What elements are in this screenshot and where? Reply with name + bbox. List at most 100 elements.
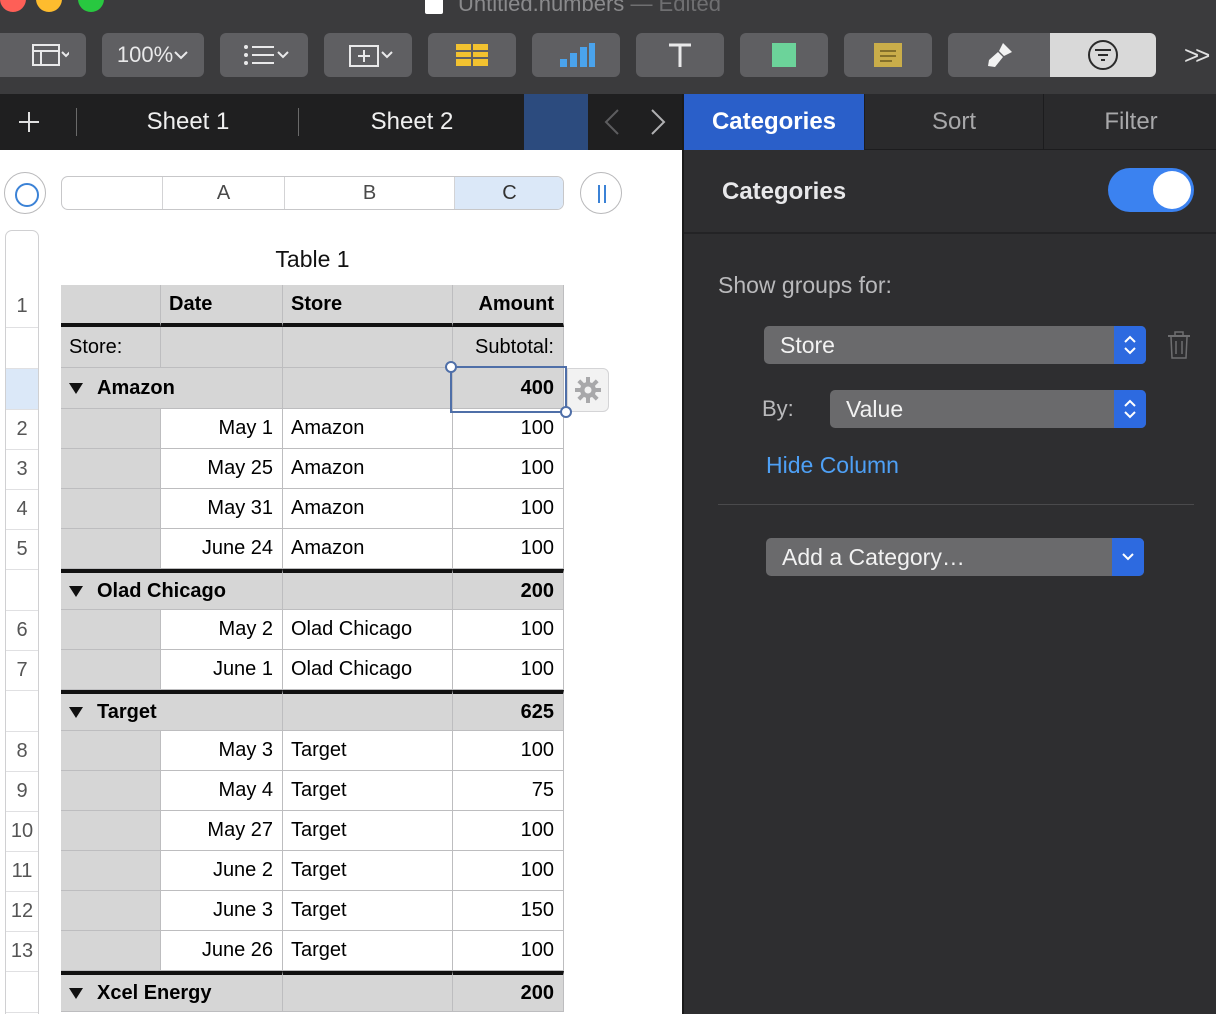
date-cell[interactable]: June 24 [161, 529, 283, 569]
subtotal-label-cell[interactable]: Subtotal: [453, 327, 564, 368]
table-cell[interactable] [61, 811, 161, 851]
column-header-c[interactable]: C [454, 177, 563, 209]
add-sheet-button[interactable] [0, 94, 58, 150]
row-header[interactable] [6, 570, 38, 611]
table-cell[interactable] [283, 971, 453, 1012]
store-cell[interactable]: Amazon [283, 529, 453, 569]
header-cell-date[interactable]: Date [161, 285, 283, 327]
amount-cell[interactable]: 100 [453, 449, 564, 489]
group-by-popup[interactable]: Value [830, 390, 1146, 428]
date-cell[interactable]: May 4 [161, 771, 283, 811]
delete-category-button[interactable] [1166, 330, 1192, 365]
row-header[interactable] [6, 691, 38, 732]
table-title[interactable]: Table 1 [61, 246, 564, 273]
group-header-cell[interactable]: Xcel Energy [61, 971, 283, 1012]
summary-label-cell[interactable]: Store: [61, 327, 161, 368]
categories-toggle[interactable] [1108, 168, 1194, 212]
store-cell[interactable]: Target [283, 851, 453, 891]
select-table-button[interactable] [4, 172, 46, 214]
row-header[interactable]: 6 [6, 611, 38, 651]
close-window-button[interactable] [0, 0, 26, 12]
tab-sheet-2[interactable]: Sheet 2 [300, 94, 524, 150]
date-cell[interactable]: May 1 [161, 409, 283, 449]
comment-button[interactable] [844, 33, 932, 77]
amount-cell[interactable]: 100 [453, 811, 564, 851]
store-cell[interactable]: Target [283, 811, 453, 851]
minimize-window-button[interactable] [36, 0, 62, 12]
amount-cell[interactable]: 100 [453, 529, 564, 569]
row-header[interactable]: 3 [6, 450, 38, 490]
table-cell[interactable] [283, 690, 453, 731]
amount-cell[interactable]: 150 [453, 891, 564, 931]
row-header[interactable]: 5 [6, 530, 38, 570]
date-cell[interactable]: June 3 [161, 891, 283, 931]
row-header[interactable]: 4 [6, 490, 38, 530]
amount-cell[interactable]: 100 [453, 851, 564, 891]
group-subtotal-cell[interactable]: 625 [453, 690, 564, 731]
add-category-popup[interactable]: Add a Category… [766, 538, 1144, 576]
table-cell[interactable] [61, 731, 161, 771]
column-header-blank[interactable] [62, 177, 162, 209]
group-subtotal-cell[interactable]: 200 [453, 971, 564, 1012]
date-cell[interactable]: May 3 [161, 731, 283, 771]
table-cell[interactable] [61, 409, 161, 449]
header-cell[interactable] [61, 285, 161, 327]
insert-list-button[interactable] [220, 33, 308, 77]
store-cell[interactable]: Olad Chicago [283, 650, 453, 690]
insert-button[interactable] [324, 33, 412, 77]
zoom-popup[interactable]: 100% [102, 33, 204, 77]
date-cell[interactable]: May 2 [161, 610, 283, 650]
row-header[interactable] [6, 972, 38, 1013]
toolbar-overflow-icon[interactable]: >> [1184, 40, 1210, 71]
table-cell[interactable] [161, 327, 283, 368]
chart-button[interactable] [532, 33, 620, 77]
group-column-popup[interactable]: Store [764, 326, 1146, 364]
amount-cell[interactable]: 100 [453, 489, 564, 529]
table-cell[interactable] [283, 327, 453, 368]
header-cell-amount[interactable]: Amount [453, 285, 564, 327]
header-cell-store[interactable]: Store [283, 285, 453, 327]
date-cell[interactable]: June 26 [161, 931, 283, 971]
store-cell[interactable]: Target [283, 931, 453, 971]
group-subtotal-cell[interactable]: 200 [453, 569, 564, 610]
shape-button[interactable] [740, 33, 828, 77]
table-cell[interactable] [61, 489, 161, 529]
row-header[interactable] [6, 369, 38, 410]
group-subtotal-cell[interactable]: 400 [453, 368, 564, 409]
row-header[interactable]: 10 [6, 812, 38, 852]
amount-cell[interactable]: 100 [453, 731, 564, 771]
tab-sort[interactable]: Sort [865, 94, 1043, 150]
table-cell[interactable] [61, 449, 161, 489]
store-cell[interactable]: Target [283, 731, 453, 771]
group-header-cell[interactable]: Target [61, 690, 283, 731]
group-header-cell[interactable]: Amazon [61, 368, 283, 409]
table-cell[interactable] [283, 368, 453, 409]
store-cell[interactable]: Target [283, 891, 453, 931]
amount-cell[interactable]: 100 [453, 610, 564, 650]
date-cell[interactable]: June 1 [161, 650, 283, 690]
date-cell[interactable]: May 27 [161, 811, 283, 851]
format-button[interactable] [948, 33, 1050, 77]
table-cell[interactable] [61, 771, 161, 811]
disclosure-triangle-icon[interactable] [69, 585, 83, 597]
row-header[interactable]: 11 [6, 852, 38, 892]
amount-cell[interactable]: 100 [453, 931, 564, 971]
table-cell[interactable] [61, 529, 161, 569]
row-header[interactable]: 13 [6, 932, 38, 972]
row-header[interactable]: 1 [6, 286, 38, 328]
table-cell[interactable] [61, 650, 161, 690]
column-header-b[interactable]: B [284, 177, 454, 209]
store-cell[interactable]: Amazon [283, 489, 453, 529]
tab-categories[interactable]: Categories [684, 94, 864, 150]
date-cell[interactable]: June 2 [161, 851, 283, 891]
amount-cell[interactable]: 100 [453, 650, 564, 690]
group-header-cell[interactable]: Olad Chicago [61, 569, 283, 610]
scroll-tabs-left-button[interactable] [594, 94, 630, 150]
row-header[interactable]: 7 [6, 651, 38, 691]
store-cell[interactable]: Amazon [283, 449, 453, 489]
tab-filter[interactable]: Filter [1044, 94, 1216, 150]
tab-sheet-1[interactable]: Sheet 1 [78, 94, 298, 150]
disclosure-triangle-icon[interactable] [69, 382, 83, 394]
column-header-a[interactable]: A [162, 177, 284, 209]
disclosure-triangle-icon[interactable] [69, 706, 83, 718]
